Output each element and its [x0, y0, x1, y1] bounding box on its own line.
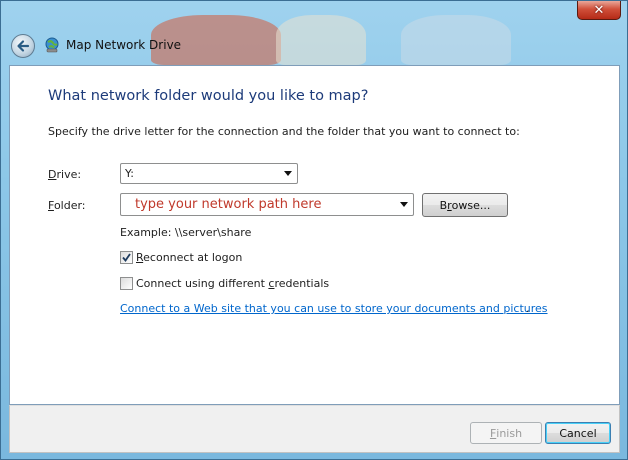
close-icon: ✕: [593, 2, 605, 18]
back-button[interactable]: [11, 34, 35, 58]
background-desktop-shape: [401, 15, 511, 65]
drive-select[interactable]: Y:: [120, 163, 298, 184]
close-button[interactable]: ✕: [577, 1, 621, 20]
instruction-text: Specify the drive letter for the connect…: [48, 125, 520, 138]
reconnect-checkbox[interactable]: [120, 251, 133, 264]
dialog-content: What network folder would you like to ma…: [9, 65, 620, 405]
page-title: What network folder would you like to ma…: [48, 88, 369, 104]
window-frame: ✕ Map Network Drive What network folder …: [0, 0, 628, 460]
reconnect-label[interactable]: Reconnect at logon: [136, 251, 242, 264]
drive-label: Drive:: [48, 168, 82, 181]
drive-select-value: Y:: [125, 167, 134, 180]
example-text: Example: \\server\share: [120, 226, 252, 239]
browse-button[interactable]: Br owse...: [422, 193, 508, 217]
cancel-button[interactable]: Cancel: [545, 422, 611, 444]
window-title: Map Network Drive: [66, 38, 182, 52]
dialog-footer: Finish Cancel: [9, 405, 620, 453]
checkmark-icon: [122, 253, 131, 262]
background-desktop-shape: [276, 15, 366, 65]
link-suffix: .: [526, 302, 530, 315]
folder-label: Folder:: [48, 199, 86, 212]
credentials-label[interactable]: Connect using different credentials: [136, 277, 329, 290]
chevron-down-icon: [281, 164, 295, 183]
credentials-checkbox[interactable]: [120, 277, 133, 290]
back-arrow-icon: [17, 40, 30, 52]
folder-input[interactable]: type your network path here: [120, 193, 414, 216]
finish-button[interactable]: Finish: [470, 422, 542, 444]
network-drive-icon: [45, 37, 59, 53]
folder-input-value: type your network path here: [135, 197, 322, 212]
chevron-down-icon[interactable]: [397, 194, 411, 215]
web-site-link[interactable]: Connect to a Web site that you can use t…: [120, 302, 548, 315]
